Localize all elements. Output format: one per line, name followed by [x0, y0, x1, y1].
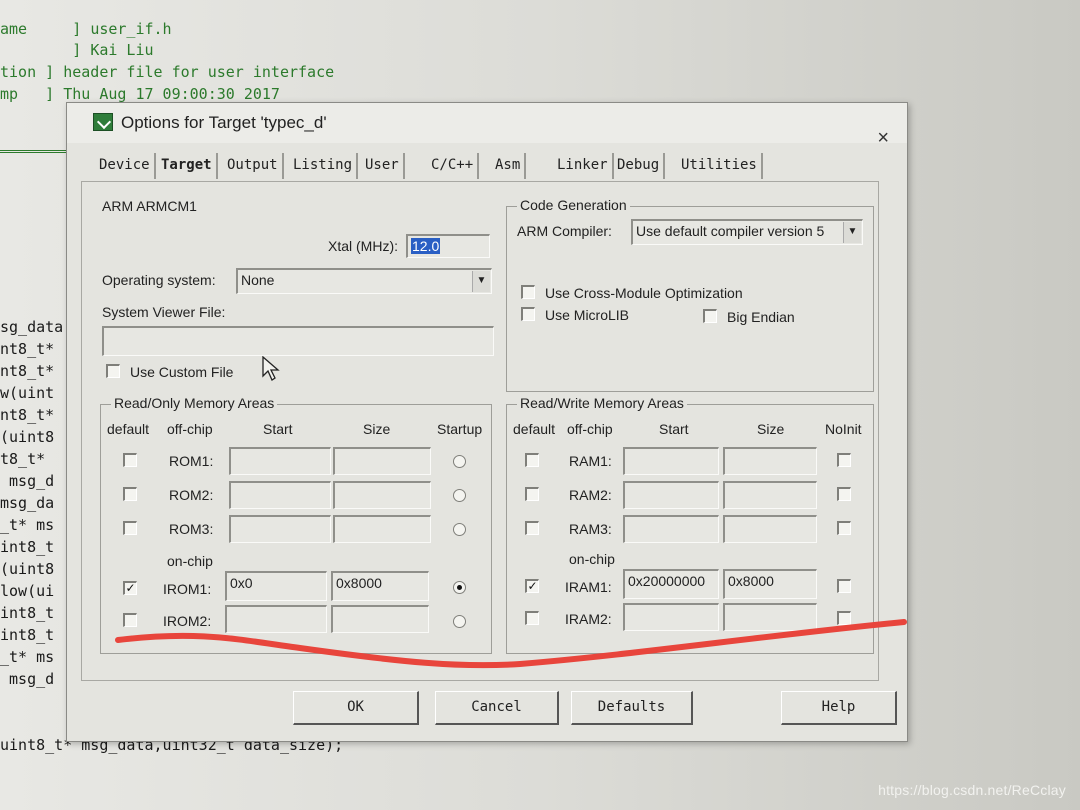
- watermark: https://blog.csdn.net/ReCclay: [878, 782, 1066, 798]
- red-annotation-line: [115, 619, 907, 669]
